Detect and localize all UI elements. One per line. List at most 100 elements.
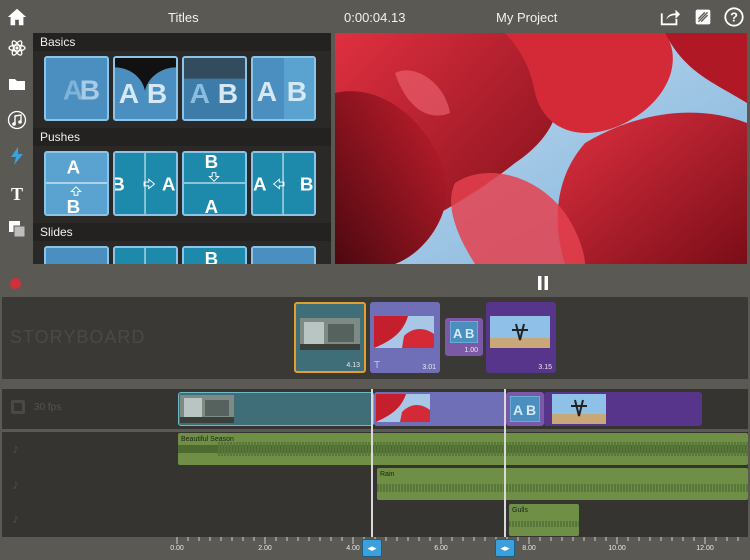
svg-text:A: A xyxy=(67,157,81,178)
svg-text:B: B xyxy=(67,196,81,214)
transition-dissolve[interactable]: AB xyxy=(44,56,109,121)
svg-text:B: B xyxy=(300,174,314,195)
svg-text:A: A xyxy=(190,78,210,109)
svg-text:A: A xyxy=(205,196,219,214)
video-track: 30 fps AB xyxy=(2,389,748,429)
svg-text:?: ? xyxy=(730,10,738,25)
section-header-slides: Slides xyxy=(33,223,331,241)
audio-track-beautiful-season[interactable]: Beautiful Season xyxy=(178,433,748,465)
svg-text:B: B xyxy=(526,402,536,418)
section-title: Titles xyxy=(168,10,199,25)
timecode: 0:00:04.13 xyxy=(344,10,406,25)
transition-push-right[interactable]: BA xyxy=(113,151,178,216)
svg-text:B: B xyxy=(115,174,125,195)
trim-handle-right[interactable]: ◂▸ xyxy=(495,539,515,557)
clip-duration: 3.15 xyxy=(538,364,552,371)
audio-track-rain[interactable]: Rain xyxy=(377,468,748,500)
svg-text:T: T xyxy=(11,184,23,203)
section-header-basics: Basics xyxy=(33,33,331,51)
transition-slide-4[interactable] xyxy=(251,246,316,264)
home-icon[interactable] xyxy=(6,6,28,28)
ruler-label: 6.00 xyxy=(434,545,448,552)
storyboard-clip-2[interactable]: T 3.01 xyxy=(370,302,440,373)
share-icon[interactable] xyxy=(659,6,681,28)
transition-push-up[interactable]: AB xyxy=(44,151,109,216)
svg-text:A: A xyxy=(253,174,267,195)
clip-thumbnail xyxy=(374,316,434,348)
svg-text:B: B xyxy=(80,74,100,105)
ruler-label: 4.00 xyxy=(346,545,360,552)
ruler-label: 0.00 xyxy=(170,545,184,552)
storyboard: STORYBOARD 4.13 T 3.01 AB 1.00 3.15 xyxy=(2,297,748,379)
transition-cross[interactable]: AB xyxy=(251,56,316,121)
timeline-clip-1[interactable] xyxy=(178,392,374,426)
record-button[interactable] xyxy=(10,278,21,289)
svg-text:B: B xyxy=(147,78,167,109)
transition-push-down[interactable]: BA xyxy=(182,151,247,216)
transition-fade[interactable]: AB xyxy=(182,56,247,121)
storyboard-label: STORYBOARD xyxy=(10,327,146,347)
waveform xyxy=(178,442,748,456)
svg-text:B: B xyxy=(205,248,219,264)
svg-text:A: A xyxy=(453,326,463,341)
music-icon[interactable] xyxy=(7,110,27,130)
storyboard-clip-3[interactable]: 3.15 xyxy=(486,302,556,373)
app-window: Titles 0:00:04.13 My Project ? T Basics … xyxy=(0,0,750,560)
transition-slide-1[interactable] xyxy=(44,246,109,264)
video-preview[interactable] xyxy=(335,33,747,264)
audio-track-gulls[interactable]: Gulls xyxy=(509,504,579,536)
clip-thumbnail xyxy=(552,394,606,424)
titles-text-icon[interactable]: T xyxy=(7,183,27,203)
sidebar: T xyxy=(0,34,32,264)
svg-text:B: B xyxy=(205,153,219,172)
top-bar: Titles 0:00:04.13 My Project ? xyxy=(0,0,750,34)
transitions-bolt-icon[interactable] xyxy=(7,146,27,166)
svg-text:B: B xyxy=(218,78,238,109)
overlay-icon[interactable] xyxy=(7,219,27,239)
clip-thumbnail xyxy=(376,394,430,422)
audio-label: Rain xyxy=(380,471,395,478)
svg-text:B: B xyxy=(287,76,307,107)
transition-slide-2[interactable] xyxy=(113,246,178,264)
atom-icon[interactable] xyxy=(7,38,27,58)
music-note-icon: ♪ xyxy=(12,510,19,526)
transition-slide-3[interactable]: B xyxy=(182,246,247,264)
trim-marker-line-left xyxy=(371,389,373,539)
music-note-icon: ♪ xyxy=(12,476,19,492)
ruler-label: 8.00 xyxy=(522,545,536,552)
transition-wipe-arch[interactable]: AB xyxy=(113,56,178,121)
ruler-label: 2.00 xyxy=(258,545,272,552)
audio-label: Gulls xyxy=(512,507,528,514)
timeline-transition[interactable]: AB xyxy=(506,392,544,426)
music-note-icon: ♪ xyxy=(12,440,19,456)
audio-tracks: ♪ ♪ ♪ Beautiful Season Rain Gulls xyxy=(2,432,748,537)
storyboard-transition[interactable]: AB 1.00 xyxy=(445,318,483,356)
svg-text:B: B xyxy=(465,326,474,341)
clip-thumbnail xyxy=(300,318,360,350)
title-t-icon: T xyxy=(374,360,381,371)
svg-text:A: A xyxy=(119,78,139,109)
pause-button[interactable] xyxy=(537,276,549,290)
transition-thumbnail: AB xyxy=(450,321,478,343)
trim-handle-left[interactable]: ◂▸ xyxy=(362,539,382,557)
ruler-label: 12.00 xyxy=(696,545,714,552)
svg-text:A: A xyxy=(257,76,277,107)
timeline-clip-3[interactable] xyxy=(544,392,702,426)
svg-text:A: A xyxy=(513,402,523,418)
timeline-clip-2[interactable] xyxy=(374,392,506,426)
svg-text:A: A xyxy=(162,174,176,195)
clip-thumbnail xyxy=(180,395,234,423)
trim-marker-line-right xyxy=(504,389,506,539)
clip-duration: 3.01 xyxy=(422,364,436,371)
folder-icon[interactable] xyxy=(7,74,27,94)
project-name[interactable]: My Project xyxy=(496,10,557,25)
audio-label: Beautiful Season xyxy=(181,436,234,443)
transition-thumbnail: AB xyxy=(510,396,540,422)
preview-frame-image xyxy=(335,33,747,264)
help-icon[interactable]: ? xyxy=(723,6,745,28)
storyboard-clip-1[interactable]: 4.13 xyxy=(294,302,366,373)
transition-push-left[interactable]: AB xyxy=(251,151,316,216)
settings-square-icon[interactable] xyxy=(692,6,714,28)
clip-duration: 4.13 xyxy=(346,362,360,369)
ruler-label: 10.00 xyxy=(608,545,626,552)
